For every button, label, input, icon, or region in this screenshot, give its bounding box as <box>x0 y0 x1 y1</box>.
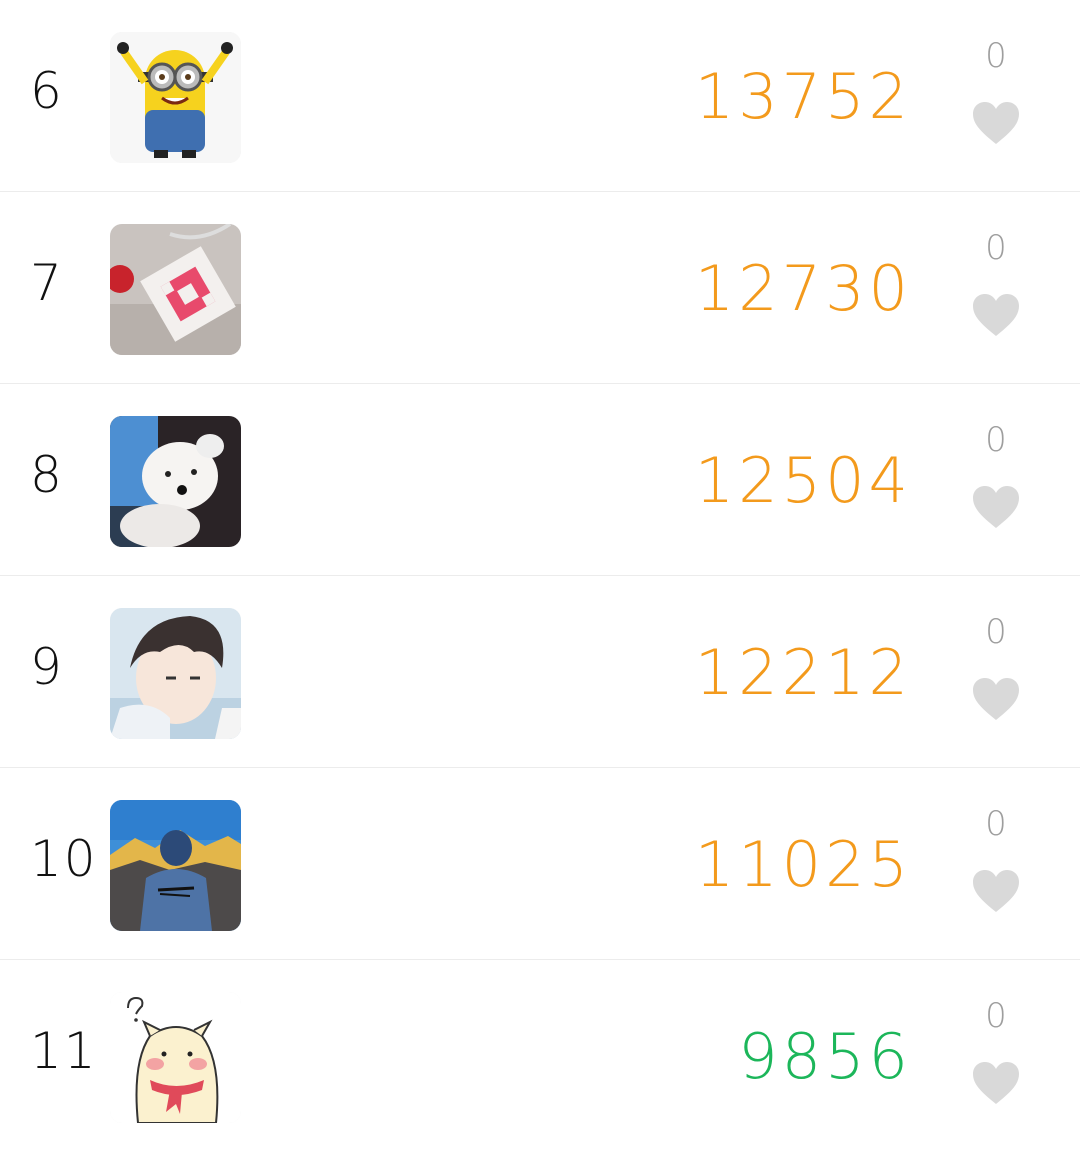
like-count: 0 <box>985 36 1007 76</box>
anime-boy-avatar[interactable] <box>110 608 241 739</box>
like-count: 0 <box>985 612 1007 652</box>
step-count: 11025 <box>694 828 912 901</box>
cartoon-hamster-avatar[interactable] <box>110 992 241 1123</box>
heart-icon[interactable] <box>971 292 1021 338</box>
step-count: 9856 <box>738 1020 912 1093</box>
ranking-row[interactable]: 9 12212 0 <box>0 576 1080 768</box>
rank-number: 10 <box>30 830 98 888</box>
step-count: 12730 <box>694 252 912 325</box>
rank-number: 11 <box>30 1022 98 1080</box>
heart-icon[interactable] <box>971 484 1021 530</box>
heart-icon[interactable] <box>971 676 1021 722</box>
like-count: 0 <box>985 228 1007 268</box>
heart-icon[interactable] <box>971 100 1021 146</box>
rank-number: 6 <box>30 62 64 120</box>
step-count: 12212 <box>694 636 912 709</box>
ranking-row[interactable]: 6 13752 0 <box>0 0 1080 192</box>
like-count: 0 <box>985 804 1007 844</box>
rank-number: 7 <box>30 254 64 312</box>
hooded-person-mountains-avatar[interactable] <box>110 800 241 931</box>
ranking-list: 6 13752 0 7 12730 0 8 12504 0 9 12212 0 … <box>0 0 1080 1151</box>
heart-icon[interactable] <box>971 868 1021 914</box>
rank-number: 8 <box>30 446 64 504</box>
minion-avatar[interactable] <box>110 32 241 163</box>
ranking-row[interactable]: 10 11025 0 <box>0 768 1080 960</box>
like-count: 0 <box>985 420 1007 460</box>
step-count: 12504 <box>694 444 912 517</box>
ranking-row[interactable]: 7 12730 0 <box>0 192 1080 384</box>
cross-stitch-keychain-avatar[interactable] <box>110 224 241 355</box>
white-puppy-avatar[interactable] <box>110 416 241 547</box>
ranking-row[interactable]: 8 12504 0 <box>0 384 1080 576</box>
step-count: 13752 <box>694 60 912 133</box>
heart-icon[interactable] <box>971 1060 1021 1106</box>
like-count: 0 <box>985 996 1007 1036</box>
ranking-row[interactable]: 11 9856 0 <box>0 960 1080 1151</box>
rank-number: 9 <box>30 638 64 696</box>
